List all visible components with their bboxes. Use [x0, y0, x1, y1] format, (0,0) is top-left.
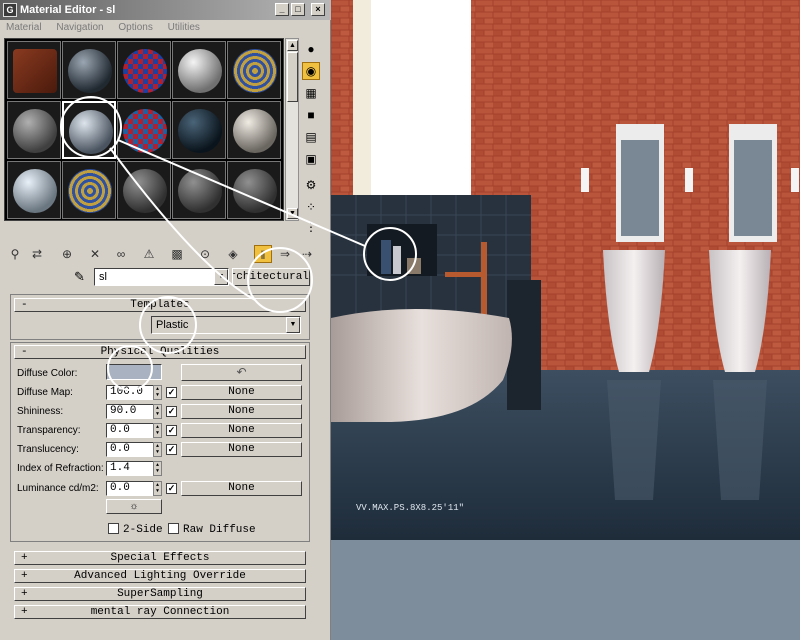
screenshot: VV.MAX.PS.8X8.25'11" G Material Editor -…: [0, 0, 800, 640]
annotation-overlay: [60, 96, 417, 391]
